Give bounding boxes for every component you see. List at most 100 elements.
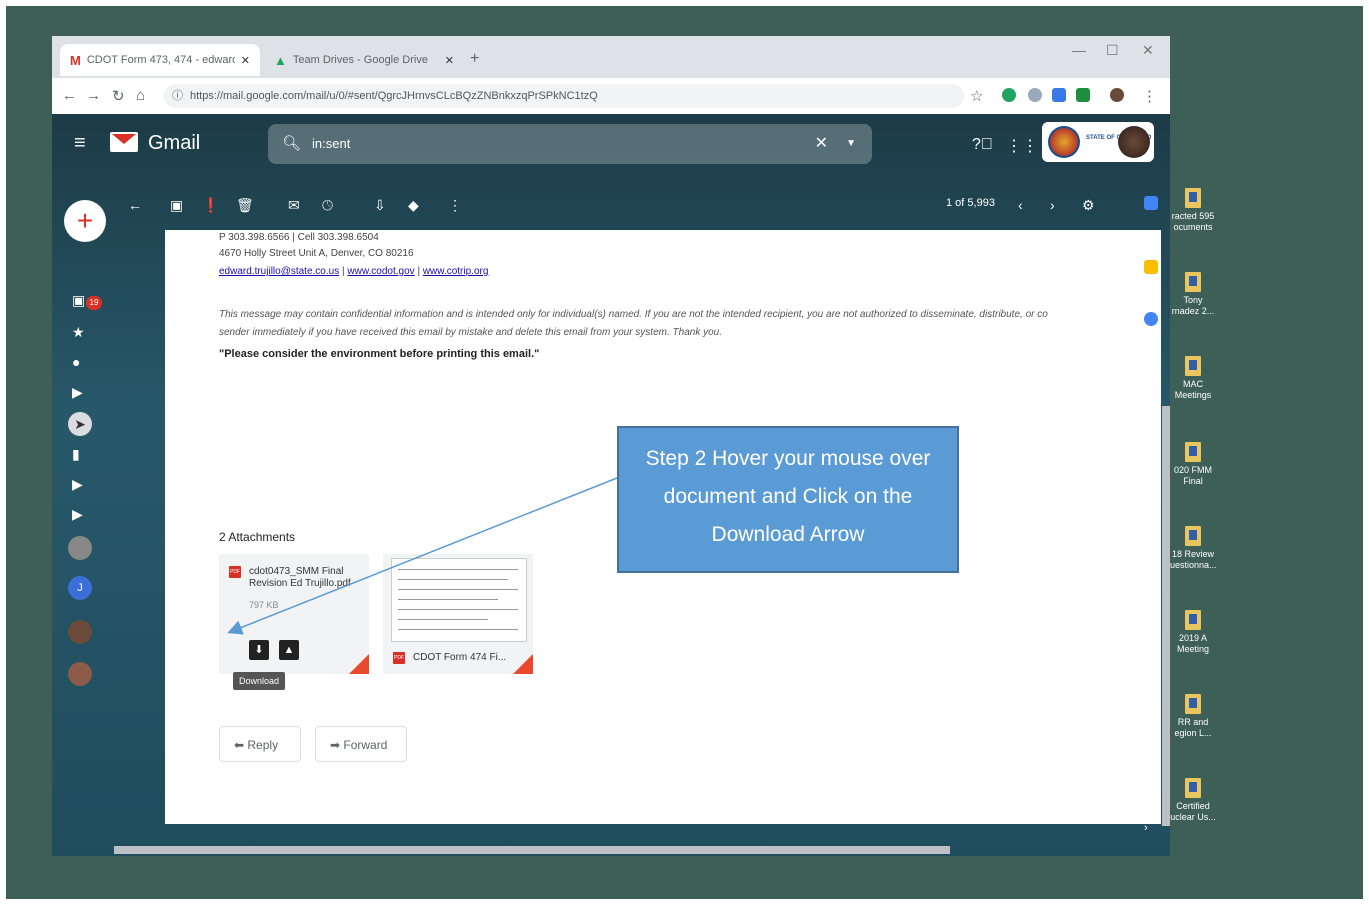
disclaimer-line: sender immediately if you have received … — [219, 327, 722, 338]
desktop-file-icon[interactable]: 2019 A Meeting — [1170, 610, 1216, 655]
file-label: RR and egion L... — [1174, 717, 1212, 738]
more-options-icon[interactable]: ⋮ — [448, 197, 462, 214]
label-icon[interactable]: ▶ — [72, 476, 83, 493]
reload-icon[interactable]: ↻ — [112, 87, 125, 105]
desktop-file-icon[interactable]: racted 595 ocuments — [1170, 188, 1216, 233]
attachment-card[interactable]: PDF CDOT Form 474 Fi... — [383, 554, 533, 674]
settings-gear-icon[interactable]: ⚙ — [1082, 197, 1095, 214]
file-label: racted 595 ocuments — [1171, 211, 1215, 232]
extension-icon[interactable] — [1028, 88, 1042, 102]
vertical-scrollbar[interactable] — [1162, 406, 1170, 826]
browser-window: M CDOT Form 473, 474 - edward.tr ✕ ▲ Tea… — [52, 36, 1170, 856]
attachment-size: 797 KB — [249, 600, 279, 610]
address-bar[interactable]: ⓘ https://mail.google.com/mail/u/0/#sent… — [164, 84, 964, 108]
keep-icon[interactable] — [1144, 260, 1158, 274]
calendar-icon[interactable] — [1144, 196, 1158, 210]
tab-google-drive[interactable]: ▲ Team Drives - Google Drive ✕ — [264, 44, 464, 76]
grammarly-extension-icon[interactable] — [1002, 88, 1016, 102]
profile-avatar-icon[interactable] — [1110, 88, 1124, 102]
attachment-card[interactable]: PDF cdot0473_SMM Final Revision Ed Truji… — [219, 554, 369, 674]
contact-avatar[interactable] — [68, 536, 92, 560]
label-icon[interactable]: ▶ — [72, 506, 83, 523]
important-icon[interactable]: ▶ — [72, 384, 83, 401]
user-avatar — [1118, 126, 1150, 158]
signature-address: 4670 Holly Street Unit A, Denver, CO 802… — [219, 248, 414, 259]
expand-panel-icon[interactable]: › — [1144, 822, 1148, 834]
get-addons-icon[interactable]: + — [1144, 400, 1152, 416]
bookmark-star-icon[interactable]: ☆ — [970, 87, 983, 105]
main-menu-icon[interactable]: ≡ — [74, 132, 86, 155]
newer-icon[interactable]: ‹ — [1018, 197, 1023, 213]
save-to-drive-button[interactable]: ▲ — [279, 640, 299, 660]
attachment-name: cdot0473_SMM Final Revision Ed Trujillo.… — [249, 566, 351, 589]
horizontal-scrollbar[interactable] — [114, 846, 950, 854]
back-icon[interactable]: ← — [62, 87, 77, 104]
apps-grid-icon[interactable]: ⋮⋮ — [1006, 136, 1038, 156]
extension-icon[interactable] — [1052, 88, 1066, 102]
tab-gmail[interactable]: M CDOT Form 473, 474 - edward.tr ✕ — [60, 44, 260, 76]
close-window-icon[interactable]: ✕ — [1142, 42, 1154, 59]
signature-links: edward.trujillo@state.co.us | www.codot.… — [219, 266, 488, 277]
disclaimer: This message may contain confidential in… — [219, 306, 1048, 342]
gmail-logo-icon[interactable] — [110, 132, 138, 152]
new-tab-icon[interactable]: + — [470, 50, 479, 68]
desktop-file-icon[interactable]: 020 FMM Final — [1170, 442, 1216, 487]
sent-icon[interactable]: ➤ — [68, 412, 92, 436]
search-icon[interactable]: 🔍︎ — [282, 124, 301, 164]
search-options-icon[interactable]: ▼ — [846, 124, 856, 164]
inbox-icon[interactable]: ▣ — [72, 292, 85, 309]
move-to-icon[interactable]: ⇩ — [374, 197, 386, 214]
forward-nav-icon[interactable]: → — [86, 87, 101, 104]
codot-link[interactable]: www.codot.gov — [347, 266, 414, 277]
desktop-file-icon[interactable]: Tony rnadez 2... — [1170, 272, 1216, 317]
contact-avatar[interactable] — [68, 620, 92, 644]
extension-icon[interactable] — [1076, 88, 1090, 102]
close-tab-icon[interactable]: ✕ — [445, 54, 454, 67]
maximize-icon[interactable]: ☐ — [1106, 42, 1119, 59]
snooze-icon[interactable]: 🕓︎ — [322, 197, 333, 214]
page-count: 1 of 5,993 — [946, 197, 995, 209]
contact-avatar[interactable]: J — [68, 576, 92, 600]
desktop-file-icon[interactable]: Certified uclear Us... — [1170, 778, 1216, 823]
report-spam-icon[interactable]: ❗ — [202, 197, 219, 214]
clear-search-icon[interactable]: ✕ — [815, 124, 828, 164]
close-tab-icon[interactable]: ✕ — [241, 54, 250, 67]
email-link[interactable]: edward.trujillo@state.co.us — [219, 266, 339, 277]
drafts-icon[interactable]: ▮ — [72, 446, 80, 463]
account-switcher[interactable]: STATE OF COLORADO — [1042, 122, 1154, 162]
gmail-header: ≡ Gmail 🔍︎ in:sent ✕ ▼ — [52, 114, 1170, 170]
label-icon[interactable]: ◆ — [408, 197, 419, 214]
drive-favicon-icon: ▲ — [274, 52, 287, 68]
attachments-heading: 2 Attachments — [219, 530, 296, 544]
file-label: 020 FMM Final — [1173, 465, 1212, 486]
help-icon[interactable]: ?⃝ — [972, 136, 993, 154]
cotrip-link[interactable]: www.cotrip.org — [423, 266, 489, 277]
tab-title: Team Drives - Google Drive — [292, 54, 428, 66]
disclaimer-line: This message may contain confidential in… — [219, 309, 1048, 320]
environment-note: "Please consider the environment before … — [219, 348, 540, 360]
desktop-file-icon[interactable]: 18 Review uestionna... — [1170, 526, 1217, 571]
older-icon[interactable]: › — [1050, 197, 1055, 213]
desktop-file-icon[interactable]: RR and egion L... — [1170, 694, 1216, 739]
contact-avatar[interactable] — [68, 662, 92, 686]
back-to-list-icon[interactable]: ← — [128, 197, 142, 213]
snoozed-icon[interactable]: ● — [72, 354, 80, 370]
delete-icon[interactable]: 🗑︎ — [236, 197, 254, 214]
home-icon[interactable]: ⌂ — [136, 87, 145, 104]
starred-icon[interactable]: ★ — [72, 324, 85, 341]
chrome-menu-icon[interactable]: ⋮ — [1142, 87, 1157, 105]
pdf-corner-icon — [349, 654, 369, 674]
tab-title: CDOT Form 473, 474 - edward.tr — [86, 54, 235, 66]
minimize-icon[interactable]: — — [1072, 42, 1086, 58]
gmail-brand[interactable]: Gmail — [148, 132, 200, 155]
mark-unread-icon[interactable]: ✉ — [288, 197, 300, 214]
download-button[interactable]: ⬇ — [249, 640, 269, 660]
separator: | — [342, 266, 345, 277]
tasks-icon[interactable] — [1144, 312, 1158, 326]
search-input[interactable]: 🔍︎ in:sent ✕ ▼ — [268, 124, 872, 164]
compose-button[interactable]: + — [64, 200, 106, 242]
reply-button[interactable]: ⬅ Reply — [219, 726, 301, 762]
archive-icon[interactable]: ▣ — [170, 197, 183, 214]
forward-button[interactable]: ➡ Forward — [315, 726, 407, 762]
desktop-file-icon[interactable]: MAC Meetings — [1170, 356, 1216, 401]
